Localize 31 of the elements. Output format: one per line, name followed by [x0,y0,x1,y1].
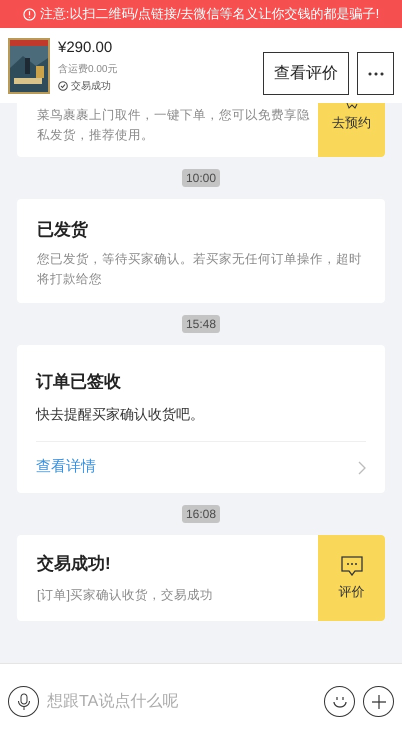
card-description: [订单]买家确认收货，交易成功 [37,586,214,604]
info-icon [22,8,36,20]
chat-icon [340,554,364,578]
timestamp: 16:08 [182,505,220,523]
message-input[interactable]: 想跟TA说点什么呢 [47,690,316,714]
chevron-right-icon [358,460,366,474]
plus-icon [370,694,386,710]
check-circle-icon [58,81,68,92]
timestamp: 15:48 [182,314,220,332]
smiley-icon [332,696,348,708]
microphone-icon [16,692,30,710]
price: ¥290.00 [58,38,114,58]
card-title: 订单已签收 [36,370,122,392]
more-icon [368,72,384,76]
action-button[interactable]: 去预约 [318,103,385,157]
card-title: 已发货 [37,219,89,241]
card-description: 菜鸟裹裹上门取件，一键下单，您可以免费享隐私发货，推荐使用。 [37,107,310,144]
emoji-button[interactable] [324,686,355,717]
add-button[interactable] [363,686,394,717]
warning-text: 注意:以扫二维码/点链接/去微信等名义让你交钱的都是骗子! [40,5,380,24]
more-button[interactable] [357,52,394,95]
partial-icon [346,103,358,109]
card-description: 您已发货，等待买家确认。若买家无任何订单操作，超时将打款给您 [37,250,363,288]
voice-button[interactable] [8,686,39,717]
view-reviews-button[interactable]: 查看评价 [263,52,349,95]
card-description: 快去提醒买家确认收货吧。 [36,405,205,424]
order-status: 交易成功 [71,80,111,94]
shipping-fee: 含运费0.00元 [58,62,118,77]
card-title: 交易成功! [37,553,112,575]
action-button[interactable]: 评价 [318,535,385,620]
timestamp: 10:00 [182,169,220,187]
